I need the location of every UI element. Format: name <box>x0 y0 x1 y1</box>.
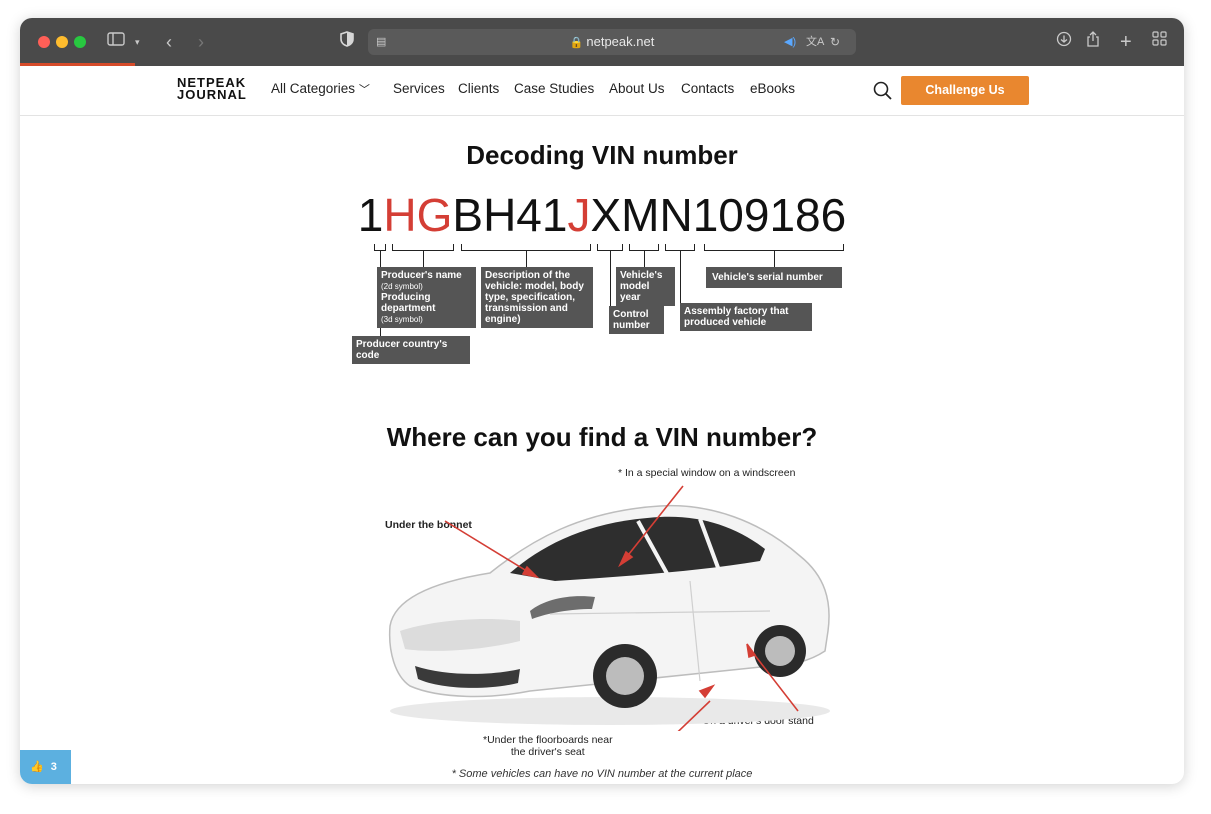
footnote: * Some vehicles can have no VIN number a… <box>451 768 753 780</box>
nav-contacts[interactable]: Contacts <box>681 81 734 96</box>
new-tab-icon[interactable]: + <box>1120 31 1132 53</box>
nav-ebooks[interactable]: eBooks <box>750 81 795 96</box>
audio-icon[interactable]: ◀) <box>784 31 796 53</box>
forward-icon[interactable]: › <box>198 31 204 53</box>
annotation-windscreen: * In a special window on a windscreen <box>618 467 796 479</box>
vin-connector <box>610 251 612 306</box>
back-icon[interactable]: ‹ <box>166 31 172 53</box>
like-button[interactable]: 👍 3 <box>20 750 71 784</box>
reload-icon[interactable]: ↻ <box>830 31 840 53</box>
nav-services[interactable]: Services <box>393 81 445 96</box>
vin-number: 1HGBH41JXMN109186 <box>20 188 1184 242</box>
vin-bracket <box>392 244 454 251</box>
label-vehicle-description: Description of the vehicle: model, body … <box>481 267 593 328</box>
vin-connector <box>526 251 528 267</box>
label-control-number: Control number <box>609 306 664 334</box>
nav-case-studies[interactable]: Case Studies <box>514 81 594 96</box>
thumbs-up-icon: 👍 <box>30 761 44 773</box>
nav-all-categories[interactable]: All Categories ﹀ <box>271 81 370 97</box>
vin-bracket <box>665 244 695 251</box>
vin-connector <box>644 251 646 267</box>
address-bar[interactable]: ▤ 🔒 netpeak.net ◀) 文A ↻ <box>368 29 856 55</box>
vin-part: J <box>567 189 591 241</box>
lock-icon: 🔒 <box>569 37 584 49</box>
browser-toolbar: ▾ ‹ › ▤ 🔒 netpeak.net ◀) 文A ↻ + <box>20 18 1184 66</box>
label-producer-name: Producer's name (2d symbol) Producing de… <box>377 267 476 328</box>
annotation-floorboards: *Under the floorboards near the driver's… <box>483 734 613 758</box>
browser-window: ▾ ‹ › ▤ 🔒 netpeak.net ◀) 文A ↻ + NETPEAK J… <box>20 18 1184 784</box>
site-logo[interactable]: NETPEAK JOURNAL <box>177 76 247 101</box>
translate-icon[interactable]: 文A <box>806 31 824 53</box>
like-count: 3 <box>50 761 57 773</box>
label-country-code: Producer country's code <box>352 336 470 364</box>
vin-bracket <box>461 244 591 251</box>
vin-bracket <box>597 244 623 251</box>
minimize-window-button[interactable] <box>56 36 68 48</box>
label-serial-number: Vehicle's serial number <box>706 267 842 288</box>
nav-about-us[interactable]: About Us <box>609 81 665 96</box>
url-text: 🔒 netpeak.net <box>569 34 655 49</box>
vin-part: BH41 <box>452 189 568 241</box>
chevron-down-icon: ﹀ <box>358 84 370 96</box>
label-assembly-factory: Assembly factory that produced vehicle <box>680 303 812 331</box>
car-illustration <box>388 485 830 731</box>
maximize-window-button[interactable] <box>74 36 86 48</box>
vin-part: HG <box>383 189 453 241</box>
nav-clients[interactable]: Clients <box>458 81 499 96</box>
vin-part: XMN109186 <box>590 189 847 241</box>
vin-connector <box>680 251 682 303</box>
vin-location-title: Where can you find a VIN number? <box>386 422 818 452</box>
close-window-button[interactable] <box>38 36 50 48</box>
tab-overview-icon[interactable] <box>1152 31 1167 53</box>
challenge-us-button[interactable]: Challenge Us <box>901 76 1029 105</box>
search-icon[interactable] <box>872 80 894 102</box>
vin-connector <box>774 251 776 267</box>
vin-bracket <box>374 244 386 251</box>
downloads-icon[interactable] <box>1056 31 1072 54</box>
vin-decoding-title: Decoding VIN number <box>466 140 738 170</box>
label-model-year: Vehicle's model year <box>616 267 675 306</box>
chevron-down-icon[interactable]: ▾ <box>135 31 140 53</box>
share-icon[interactable] <box>1086 31 1100 55</box>
vin-bracket <box>704 244 844 251</box>
sidebar-toggle-icon[interactable] <box>107 31 125 53</box>
vin-connector <box>423 251 425 267</box>
vin-part: 1 <box>357 189 384 241</box>
article-infographic: Decoding VIN number 1HGBH41JXMN109186 Pr… <box>20 116 1184 784</box>
privacy-shield-icon[interactable] <box>340 31 354 54</box>
site-header: NETPEAK JOURNAL All Categories ﹀ Service… <box>20 66 1184 116</box>
vin-bracket <box>629 244 659 251</box>
